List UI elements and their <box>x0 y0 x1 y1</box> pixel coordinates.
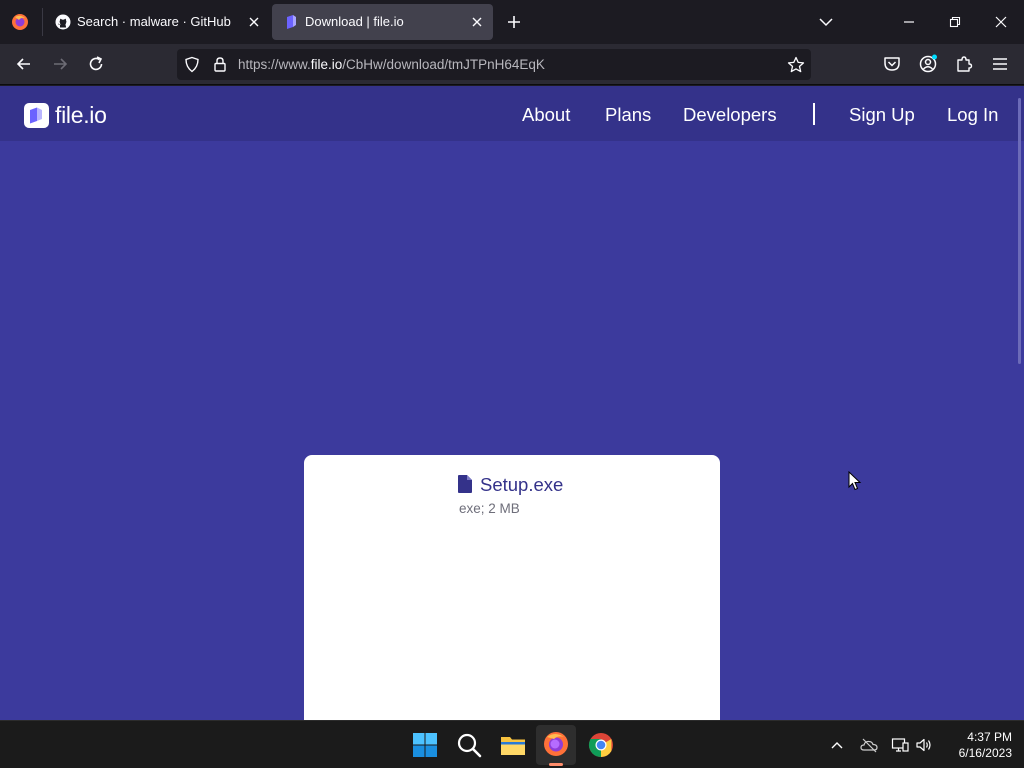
bookmark-star-icon[interactable] <box>787 56 805 74</box>
url-path: /CbHw/download/tmJTPnH64EqK <box>342 57 545 72</box>
close-tab-icon[interactable] <box>246 14 262 30</box>
active-app-indicator <box>549 763 563 766</box>
file-meta: exe; 2 MB <box>459 501 520 516</box>
page-content: file.io About Plans Developers Sign Up L… <box>0 86 1024 720</box>
file-download-card: Setup.exe exe; 2 MB <box>304 455 720 720</box>
tracking-shield-icon[interactable] <box>184 56 200 73</box>
nav-login-link[interactable]: Log In <box>947 104 998 126</box>
tab-title: Download | file.io <box>305 14 404 29</box>
nav-developers-link[interactable]: Developers <box>683 104 777 126</box>
nav-about-link[interactable]: About <box>522 104 570 126</box>
url-host: file.io <box>310 57 343 72</box>
tab-divider <box>42 8 43 36</box>
nav-plans-link[interactable]: Plans <box>605 104 651 126</box>
list-all-tabs-icon[interactable] <box>814 10 838 34</box>
tab-title: Search · malware · GitHub <box>77 14 231 29</box>
chrome-icon[interactable] <box>587 731 615 759</box>
reload-icon[interactable] <box>86 54 106 74</box>
mouse-cursor-icon <box>848 471 862 491</box>
file-icon <box>458 475 472 493</box>
firefox-taskbar-icon[interactable] <box>542 730 570 758</box>
file-explorer-icon[interactable] <box>499 731 527 759</box>
extensions-icon[interactable] <box>954 54 974 74</box>
search-icon[interactable] <box>455 731 483 759</box>
new-tab-icon[interactable] <box>506 14 522 30</box>
windows-start-icon[interactable] <box>411 731 439 759</box>
site-header: file.io About Plans Developers Sign Up L… <box>0 86 1024 141</box>
site-logo[interactable]: file.io <box>24 102 107 128</box>
minimize-icon[interactable] <box>897 10 921 34</box>
clock-date: 6/16/2023 <box>958 746 1012 760</box>
logo-text: file.io <box>55 101 107 128</box>
system-clock[interactable]: 4:37 PM 6/16/2023 <box>942 729 1012 761</box>
url-text: https://www.file.io/CbHw/download/tmJTPn… <box>238 57 545 72</box>
clock-time: 4:37 PM <box>967 730 1012 744</box>
tab-fileio-download[interactable]: Download | file.io <box>272 4 493 40</box>
close-tab-icon[interactable] <box>469 14 485 30</box>
address-bar[interactable]: https://www.file.io/CbHw/download/tmJTPn… <box>177 49 811 80</box>
file-name: Setup.exe <box>480 474 564 495</box>
firefox-view-icon[interactable] <box>11 13 29 31</box>
show-hidden-icons-chevron-icon[interactable] <box>828 737 846 753</box>
nav-divider <box>813 103 815 125</box>
forward-icon[interactable] <box>50 54 70 74</box>
menu-hamburger-icon[interactable] <box>990 54 1010 74</box>
fileio-logo-icon <box>24 102 49 128</box>
restore-icon[interactable] <box>943 10 967 34</box>
page-scrollbar[interactable] <box>1018 98 1021 364</box>
tab-strip: Search · malware · GitHub Download | fil… <box>0 0 1024 44</box>
volume-icon[interactable] <box>915 737 933 753</box>
onedrive-offline-icon[interactable] <box>860 737 878 753</box>
network-icon[interactable] <box>891 737 909 753</box>
account-icon[interactable] <box>918 54 938 74</box>
lock-icon[interactable] <box>212 56 228 73</box>
github-icon <box>55 14 71 30</box>
back-icon[interactable] <box>14 54 34 74</box>
close-window-icon[interactable] <box>989 10 1013 34</box>
fileio-favicon-icon <box>287 15 296 29</box>
nav-signup-link[interactable]: Sign Up <box>849 104 915 126</box>
url-prefix: https://www. <box>238 57 311 72</box>
tab-github-search[interactable]: Search · malware · GitHub <box>44 4 270 40</box>
navigation-toolbar: https://www.file.io/CbHw/download/tmJTPn… <box>0 44 1024 85</box>
pocket-icon[interactable] <box>882 54 902 74</box>
windows-taskbar: 4:37 PM 6/16/2023 <box>0 720 1024 768</box>
